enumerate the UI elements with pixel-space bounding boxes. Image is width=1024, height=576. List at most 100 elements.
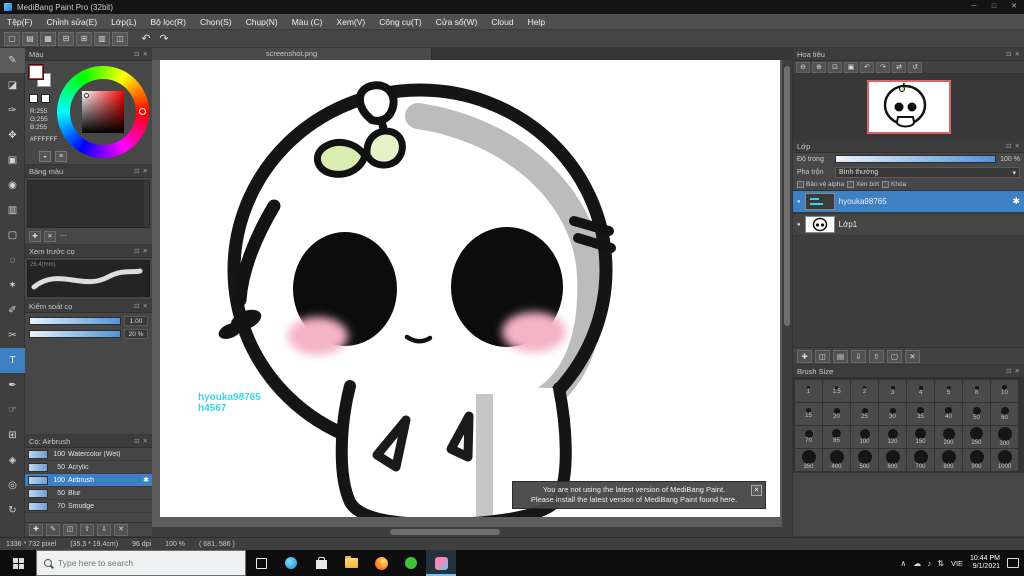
brush-list-header[interactable]: Cọ: Airbrush ⊡ ✕ (25, 435, 152, 448)
delete-color-button[interactable]: ✕ (44, 231, 56, 242)
checkbox-icon[interactable] (846, 181, 854, 188)
zoom-in-button[interactable]: ⊕ (812, 61, 826, 73)
canvas-vertical-scrollbar[interactable] (782, 60, 792, 527)
file-explorer-button[interactable] (336, 550, 366, 576)
brush-size-cell[interactable]: 100 (851, 426, 878, 448)
menu-item[interactable]: Cloud (484, 17, 520, 27)
brush-size-cell[interactable]: 300 (991, 426, 1018, 448)
layer-settings-gear-icon[interactable]: ✱ (1012, 196, 1020, 207)
brush-size-cell[interactable]: 600 (879, 449, 906, 471)
brush-size-cell[interactable]: 10 (991, 380, 1018, 402)
hue-wheel[interactable] (57, 66, 149, 158)
chat-app-button[interactable] (396, 550, 426, 576)
rotate-canvas-tool[interactable]: ↻ (0, 498, 25, 523)
brush-size-cell[interactable]: 1 (795, 380, 822, 402)
checkbox-icon[interactable] (797, 181, 804, 188)
store-app-button[interactable] (306, 550, 336, 576)
navigator-header[interactable]: Hoa tiêu ⊡ ✕ (793, 48, 1024, 61)
actual-size-button[interactable]: ▣ (844, 61, 858, 73)
add-brush-button[interactable]: ✚ (29, 523, 43, 536)
brush-size-cell[interactable]: 8 (963, 380, 990, 402)
snap-tool[interactable]: ◎ (0, 473, 25, 498)
brush-settings-gear-icon[interactable]: ✱ (143, 476, 149, 484)
brush-size-cell[interactable]: 30 (879, 403, 906, 425)
menu-item[interactable]: Cửa sổ(W) (429, 17, 485, 27)
layer-folder-button[interactable]: ▤ (833, 349, 848, 363)
maximize-button[interactable]: □ (984, 0, 1004, 14)
brush-size-cell[interactable]: 800 (935, 449, 962, 471)
brush-size-slider[interactable] (29, 317, 121, 325)
fit-view-button[interactable]: ⊡ (828, 61, 842, 73)
brush-size-cell[interactable]: 400 (823, 449, 850, 471)
medibang-app-button[interactable] (426, 550, 456, 576)
lasso-tool[interactable]: ◌ (0, 248, 25, 273)
brush-size-cell[interactable]: 500 (851, 449, 878, 471)
palette-panel-header[interactable]: Bảng màu ⊡ ✕ (25, 165, 152, 178)
brush-size-cell[interactable]: 350 (795, 449, 822, 471)
brush-preview-header[interactable]: Xem trước cọ ⊡ ✕ (25, 245, 152, 258)
panel-close-icon[interactable]: ✕ (143, 167, 148, 175)
brush-size-cell[interactable]: 50 (963, 403, 990, 425)
brush-size-cell[interactable]: 5 (935, 380, 962, 402)
menu-item[interactable]: Chụp(N) (239, 17, 285, 27)
panel-float-icon[interactable]: ⊡ (1006, 50, 1011, 58)
brush-size-cell[interactable]: 70 (795, 426, 822, 448)
panel-float-icon[interactable]: ⊡ (134, 50, 139, 58)
close-button[interactable]: ✕ (1004, 0, 1024, 14)
task-view-button[interactable] (246, 550, 276, 576)
save-file-button[interactable]: ▦ (40, 31, 56, 46)
panel-close-icon[interactable]: ✕ (1015, 142, 1020, 150)
brush-size-cell[interactable]: 60 (991, 403, 1018, 425)
divide-tool[interactable]: ⊞ (0, 423, 25, 448)
brush-tool[interactable]: ✎ (0, 48, 25, 73)
brush-size-cell[interactable]: 1.5 (823, 380, 850, 402)
vertical-scroll-thumb[interactable] (784, 66, 790, 326)
foreground-color-swatch[interactable] (29, 65, 43, 79)
brush-list-item[interactable]: 100 Airbrush ✱ (25, 474, 152, 487)
brush-size-cell[interactable]: 900 (963, 449, 990, 471)
taskbar-search[interactable] (36, 550, 246, 576)
move-tool[interactable]: ✥ (0, 123, 25, 148)
panel-float-icon[interactable]: ⊡ (134, 302, 139, 310)
checkbox-icon[interactable] (882, 181, 890, 188)
select-tool[interactable]: ▢ (0, 223, 25, 248)
material-panel-button[interactable]: ◫ (112, 31, 128, 46)
brush-down-button[interactable]: ⇩ (97, 523, 111, 536)
brush-size-cell[interactable]: 85 (823, 426, 850, 448)
layer-row-lop1[interactable]: ● Lớp1 (793, 213, 1024, 236)
menu-item[interactable]: Help (521, 17, 552, 27)
drawing-canvas[interactable]: hyouka98765 h4567 You are not using the … (160, 60, 780, 527)
document-tab[interactable]: screenshot.png (152, 48, 432, 60)
palette-scrollbar[interactable] (144, 181, 149, 227)
opacity-slider[interactable] (835, 155, 997, 163)
menu-item[interactable]: Tệp(F) (0, 17, 40, 27)
notification-close-icon[interactable]: ✕ (751, 485, 762, 496)
pen-tool[interactable]: ✑ (0, 98, 25, 123)
select-eraser-tool[interactable]: ✂ (0, 323, 25, 348)
eraser-tool[interactable]: ◪ (0, 73, 25, 98)
brush-size-cell[interactable]: 700 (907, 449, 934, 471)
hidden-icons-chevron[interactable]: ∧ (900, 559, 906, 568)
layer-option-checkbox[interactable]: Khóa (882, 181, 906, 188)
add-color-button[interactable]: ✚ (29, 231, 41, 242)
brush-control-header[interactable]: Kiểm soát cọ ⊡ ✕ (25, 300, 152, 313)
taskbar-clock[interactable]: 10:44 PM 9/1/2021 (970, 555, 1000, 572)
fill-tool[interactable]: ▣ (0, 148, 25, 173)
brush-size-cell[interactable]: 15 (795, 403, 822, 425)
panel-close-icon[interactable]: ✕ (143, 302, 148, 310)
brush-list-item[interactable]: 70 Smudge ✱ (25, 500, 152, 513)
search-input[interactable] (58, 558, 238, 568)
brush-size-cell[interactable]: 120 (879, 426, 906, 448)
panel-close-icon[interactable]: ✕ (1015, 50, 1020, 58)
export-button[interactable]: ⊟ (58, 31, 74, 46)
magic-wand-tool[interactable]: ✶ (0, 273, 25, 298)
menu-item[interactable]: Bộ lọc(R) (144, 17, 193, 27)
layer-visibility-eye-icon[interactable]: ● (797, 199, 801, 205)
brush-size-cell[interactable]: 3 (879, 380, 906, 402)
transfer-button[interactable]: ⇧ (869, 349, 884, 363)
flip-view-button[interactable]: ⇄ (892, 61, 906, 73)
color-panel-header[interactable]: Màu ⊡ ✕ (25, 48, 152, 61)
menu-item[interactable]: Màu (C) (285, 17, 330, 27)
brush-size-cell[interactable]: 20 (823, 403, 850, 425)
panel-float-icon[interactable]: ⊡ (1006, 142, 1011, 150)
